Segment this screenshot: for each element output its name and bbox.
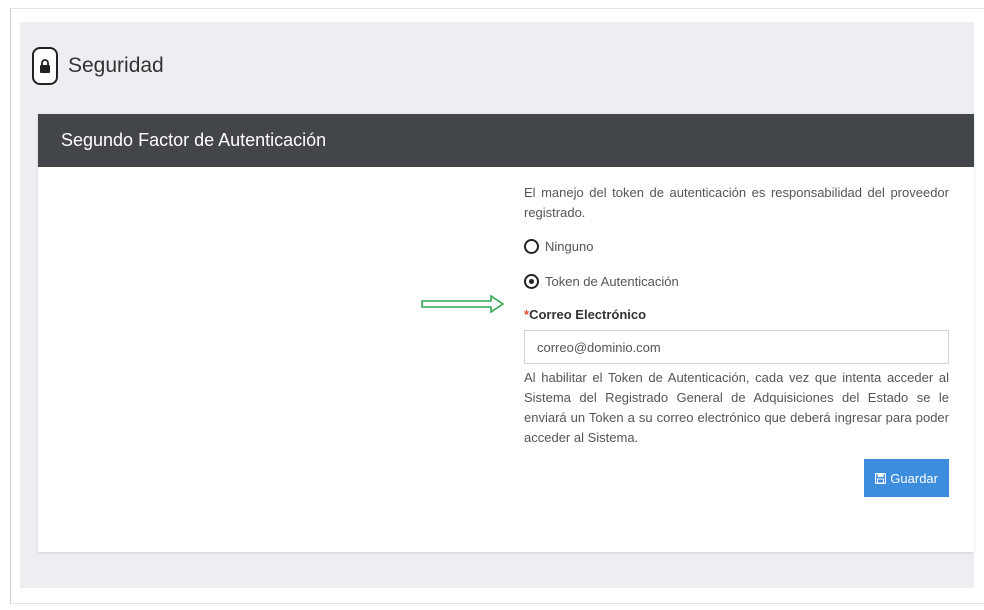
page-header: Seguridad — [32, 42, 164, 90]
radio-label-ninguno: Ninguno — [545, 239, 594, 254]
floppy-disk-icon — [875, 472, 887, 484]
email-label-text: Correo Electrónico — [529, 307, 647, 322]
two-factor-panel: Segundo Factor de Autenticación El manej… — [38, 114, 974, 552]
lock-icon — [32, 47, 58, 85]
arrow-right-icon — [421, 294, 505, 318]
email-field[interactable] — [524, 330, 949, 364]
panel-heading: Segundo Factor de Autenticación — [38, 114, 974, 167]
save-button-label: Guardar — [890, 470, 938, 486]
radio-checked-icon[interactable] — [524, 274, 539, 289]
radio-label-token: Token de Autenticación — [545, 274, 679, 289]
help-text: Al habilitar el Token de Autenticación, … — [524, 370, 949, 445]
two-factor-form: El manejo del token de autenticación es … — [524, 167, 949, 497]
page-title: Seguridad — [68, 54, 164, 77]
radio-option-token[interactable]: Token de Autenticación — [524, 274, 949, 289]
email-field-label: *Correo Electrónico — [524, 307, 949, 322]
radio-option-ninguno[interactable]: Ninguno — [524, 239, 949, 254]
radio-unchecked-icon[interactable] — [524, 239, 539, 254]
info-text: El manejo del token de autenticación es … — [524, 185, 949, 220]
save-button[interactable]: Guardar — [864, 459, 949, 497]
